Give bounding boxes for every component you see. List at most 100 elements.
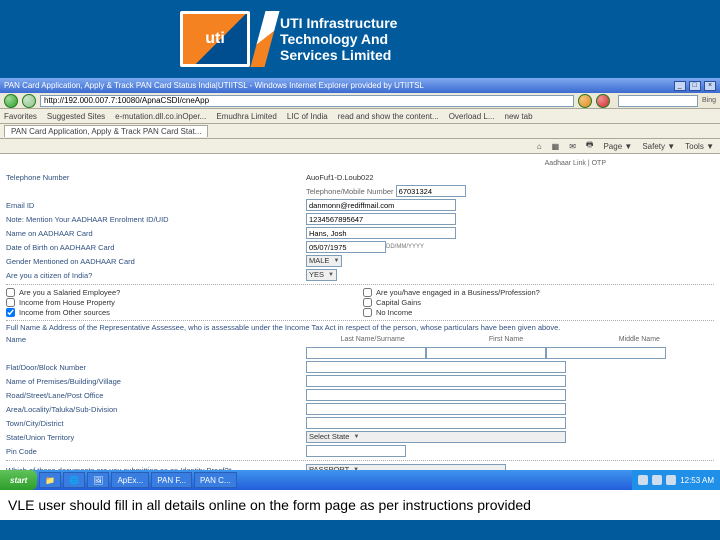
favlink-4[interactable]: LIC of India xyxy=(287,112,328,121)
caption-text: VLE user should fill in all details onli… xyxy=(8,497,531,513)
home-button[interactable]: ⌂ xyxy=(537,142,542,151)
favlink-2[interactable]: e-mutation.dll.co.inOper... xyxy=(115,112,206,121)
aadhaar-enrol-input[interactable] xyxy=(306,213,456,225)
favorites-bar: Favorites Suggested Sites e-mutation.dll… xyxy=(0,109,720,124)
addr-state-select[interactable]: Select State▼ xyxy=(306,431,566,443)
taskbar-app-3[interactable]: 🖼 xyxy=(87,472,109,488)
chevron-down-icon: ▼ xyxy=(353,432,359,442)
favlink-6[interactable]: Overload L... xyxy=(449,112,495,121)
logo-company-text: UTI Infrastructure Technology And Servic… xyxy=(280,15,397,63)
minimize-button[interactable]: _ xyxy=(674,81,686,91)
taskbar-app-1[interactable]: 📁 xyxy=(39,472,61,488)
dob-aadhaar-label: Date of Birth on AADHAAR Card xyxy=(6,243,306,252)
favlink-1[interactable]: Suggested Sites xyxy=(47,112,105,121)
search-field[interactable] xyxy=(618,95,698,107)
logo-slash-icon xyxy=(250,11,279,67)
chk-capital-gains[interactable] xyxy=(363,298,372,307)
address-field[interactable]: http://192.000.007.7:10080/ApnaCSDI/cneA… xyxy=(40,95,574,107)
taskbar-app-5[interactable]: PAN F... xyxy=(151,472,192,488)
safety-menu[interactable]: Safety xyxy=(642,142,665,151)
addr-road-input[interactable] xyxy=(306,389,566,401)
gender-select[interactable]: MALE▼ xyxy=(306,255,342,267)
addr-town-label: Town/City/District xyxy=(6,419,306,428)
chk-salaried[interactable] xyxy=(6,288,15,297)
addr-state-label: State/Union Territory xyxy=(6,433,306,442)
favlink-5[interactable]: read and show the content... xyxy=(338,112,439,121)
address-bar-row: http://192.000.007.7:10080/ApnaCSDI/cneA… xyxy=(0,93,720,109)
chk-other-income[interactable] xyxy=(6,308,15,317)
favorites-button[interactable]: Favorites xyxy=(4,112,37,121)
browser-tab[interactable]: PAN Card Application, Apply & Track PAN … xyxy=(4,125,208,137)
aadhaar-link-otp: Aadhaar Link | OTP xyxy=(306,160,606,167)
dob-input[interactable] xyxy=(306,241,386,253)
addr-road-label: Road/Street/Lane/Post Office xyxy=(6,391,306,400)
addr-flat-input[interactable] xyxy=(306,361,566,373)
logo-badge: uti xyxy=(180,11,250,67)
command-bar: ⌂ ▦ ✉ 🖶 Page ▼ Safety ▼ Tools ▼ xyxy=(0,139,720,154)
addr-premises-input[interactable] xyxy=(306,375,566,387)
favlink-7[interactable]: new tab xyxy=(505,112,533,121)
dob-hint: DD/MM/YYYY xyxy=(386,244,424,250)
chevron-down-icon: ▼ xyxy=(333,256,339,266)
page-menu[interactable]: Page xyxy=(603,142,622,151)
tray-icon[interactable] xyxy=(666,475,676,485)
addr-pin-input[interactable] xyxy=(306,445,406,457)
mail-icon[interactable]: ✉ xyxy=(569,142,576,151)
back-button[interactable] xyxy=(4,94,18,108)
aadhaar-val: AuoFuf1-D.Loub022 xyxy=(306,173,374,182)
tray-icon[interactable] xyxy=(652,475,662,485)
maximize-button[interactable]: □ xyxy=(689,81,701,91)
system-tray: 12:53 AM xyxy=(632,470,720,490)
close-button[interactable]: × xyxy=(704,81,716,91)
window-titlebar: PAN Card Application, Apply & Track PAN … xyxy=(0,78,720,93)
clock: 12:53 AM xyxy=(680,476,714,485)
telephone-input[interactable] xyxy=(396,185,466,197)
refresh-button[interactable] xyxy=(578,94,592,108)
addr-flat-label: Flat/Door/Block Number xyxy=(6,363,306,372)
window-buttons: _ □ × xyxy=(673,80,716,91)
rep-assessor-note: Full Name & Address of the Representativ… xyxy=(6,323,714,332)
feeds-icon[interactable]: ▦ xyxy=(552,142,560,151)
chevron-down-icon: ▼ xyxy=(328,270,334,280)
addr-area-input[interactable] xyxy=(306,403,566,415)
forward-button[interactable] xyxy=(22,94,36,108)
favlink-3[interactable]: Emudhra Limited xyxy=(216,112,276,121)
addr-area-label: Area/Locality/Taluka/Sub-Division xyxy=(6,405,306,414)
doc-id-select[interactable]: PASSPORT▼ xyxy=(306,464,506,470)
stop-button[interactable] xyxy=(596,94,610,108)
doc-id-label: Which of these documents are you submitt… xyxy=(6,466,306,471)
logo: uti UTI Infrastructure Technology And Se… xyxy=(180,11,397,67)
tray-icon[interactable] xyxy=(638,475,648,485)
header-band: uti UTI Infrastructure Technology And Se… xyxy=(0,0,720,78)
rep-lastname-input[interactable] xyxy=(306,347,426,359)
email-label: Email ID xyxy=(6,201,306,210)
tel-mobile-label: Telephone/Mobile Number xyxy=(306,187,394,196)
citizen-select[interactable]: YES▼ xyxy=(306,269,337,281)
telephone-label: Telephone Number xyxy=(6,173,306,182)
name-on-aadhaar-label: Name on AADHAAR Card xyxy=(6,229,306,238)
search-engine-label: Bing xyxy=(702,97,716,104)
chk-no-income[interactable] xyxy=(363,308,372,317)
rep-firstname-input[interactable] xyxy=(426,347,546,359)
taskbar-app-4[interactable]: ApEx... xyxy=(111,472,149,488)
rep-name-label: Name xyxy=(6,335,306,344)
window-title: PAN Card Application, Apply & Track PAN … xyxy=(4,81,424,90)
email-input[interactable] xyxy=(306,199,456,211)
chk-business[interactable] xyxy=(363,288,372,297)
start-button[interactable]: start xyxy=(0,470,37,490)
browser-window: PAN Card Application, Apply & Track PAN … xyxy=(0,78,720,490)
name-aadhaar-input[interactable] xyxy=(306,227,456,239)
chk-house-property[interactable] xyxy=(6,298,15,307)
addr-town-input[interactable] xyxy=(306,417,566,429)
logo-badge-text: uti xyxy=(205,30,225,48)
taskbar: start 📁 🌐 🖼 ApEx... PAN F... PAN C... 12… xyxy=(0,470,720,490)
tab-strip: PAN Card Application, Apply & Track PAN … xyxy=(0,124,720,139)
taskbar-app-6[interactable]: PAN C... xyxy=(194,472,237,488)
print-icon[interactable]: 🖶 xyxy=(586,139,594,153)
aadhaar-note-label: Note: Mention Your AADHAAR Enrolment ID/… xyxy=(6,215,306,224)
gender-label: Gender Mentioned on AADHAAR Card xyxy=(6,257,306,266)
tools-menu[interactable]: Tools xyxy=(685,142,704,151)
taskbar-app-2[interactable]: 🌐 xyxy=(63,472,85,488)
rep-middlename-input[interactable] xyxy=(546,347,666,359)
addr-pin-label: Pin Code xyxy=(6,447,306,456)
